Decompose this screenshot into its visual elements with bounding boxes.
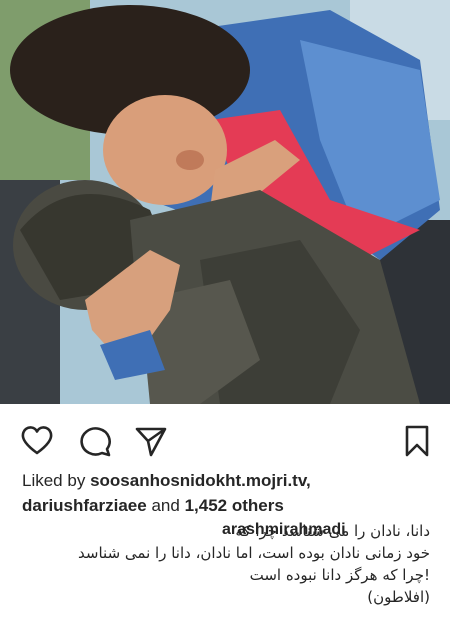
paper-plane-icon[interactable] — [134, 424, 168, 458]
bookmark-icon[interactable] — [400, 424, 434, 458]
caption-line: دانا، نادان را می شناسد چرا که — [235, 522, 430, 540]
liked-by-user-link[interactable]: soosanhosnidokht.mojri.tv, — [90, 471, 311, 490]
caption-line: !چرا که هرگز دانا نبوده است — [249, 566, 430, 584]
liked-by-user-link[interactable]: dariushfarziaee — [22, 496, 147, 515]
comment-icon[interactable] — [78, 424, 112, 458]
likes-line-1: Liked by soosanhosnidokht.mojri.tv, — [22, 468, 442, 493]
post-actions-bar — [0, 404, 450, 466]
post-photo[interactable] — [0, 0, 450, 404]
likes-and: and — [151, 496, 180, 515]
likes-count-link[interactable]: 1,452 others — [185, 496, 284, 515]
likes-line-2: dariushfarziaee and 1,452 others — [22, 493, 442, 518]
likes-prefix: Liked by — [22, 471, 86, 490]
likes-summary: Liked by soosanhosnidokht.mojri.tv, dari… — [22, 468, 442, 518]
post-image — [0, 0, 450, 404]
caption-line: (افلاطون) — [367, 588, 430, 606]
heart-icon[interactable] — [20, 424, 54, 458]
post-caption: دانا، نادان را می شناسد چرا که خود زمانی… — [20, 520, 430, 608]
caption-line: خود زمانی نادان بوده است، اما نادان، دان… — [78, 544, 430, 562]
